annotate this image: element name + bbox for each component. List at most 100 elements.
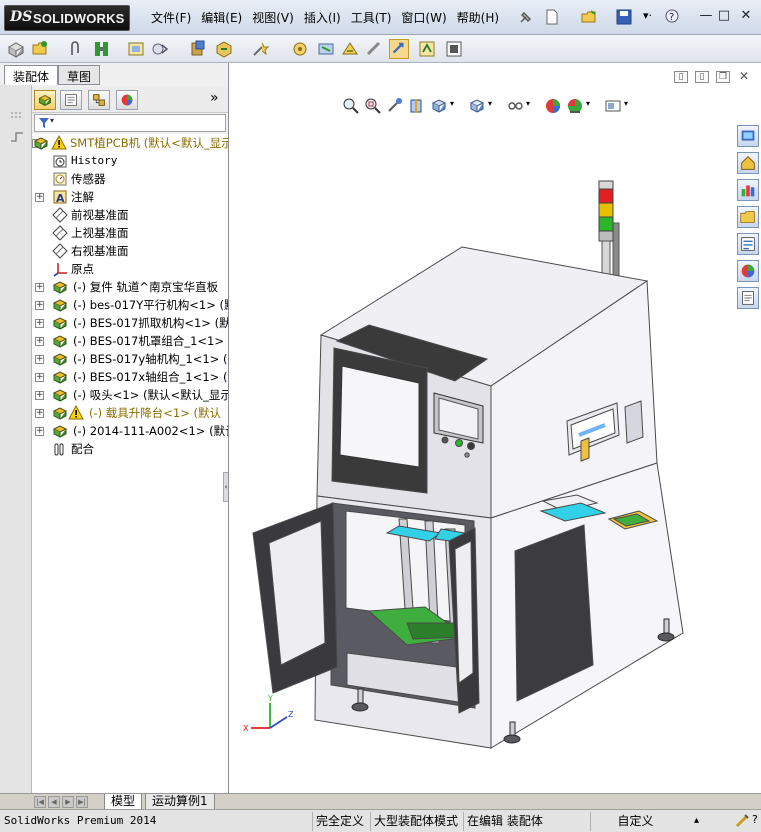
new-part-icon[interactable] xyxy=(30,39,50,59)
menu-window[interactable]: 窗口(W) xyxy=(396,9,451,26)
prev-tab-icon[interactable]: ◀ xyxy=(48,796,60,808)
expand-toggle[interactable]: + xyxy=(35,409,44,418)
reference-geometry-icon[interactable] xyxy=(340,39,360,59)
tree-node-history[interactable]: History xyxy=(32,152,228,170)
expand-toggle[interactable]: + xyxy=(35,193,44,202)
help-search-icon[interactable]: ? xyxy=(664,8,682,26)
tab-assembly[interactable]: 装配体 xyxy=(4,65,59,85)
mate-icon[interactable] xyxy=(92,39,112,59)
expand-toggle[interactable]: + xyxy=(35,355,44,364)
expand-panes-icon[interactable]: » xyxy=(210,90,219,106)
tree-label: 注解 xyxy=(71,190,94,204)
restore-button[interactable]: □ xyxy=(716,8,732,24)
tree-node-mates[interactable]: 配合 xyxy=(32,440,228,458)
tree-node-component[interactable]: + (-) BES-017抓取机构<1> (默认 xyxy=(32,314,228,332)
svg-text:?: ? xyxy=(669,12,674,23)
signal-tower xyxy=(598,180,620,288)
move-component-icon[interactable] xyxy=(214,39,234,59)
tree-node-component[interactable]: + (-) BES-017机罩组合_1<1> ( xyxy=(32,332,228,350)
minimize-button[interactable]: — xyxy=(698,8,714,24)
smart-fasteners-icon[interactable] xyxy=(188,39,208,59)
units-dropdown-icon[interactable]: ▴ xyxy=(694,815,699,826)
rebuild-icon[interactable] xyxy=(734,813,750,829)
feature-manager-tree-icon[interactable] xyxy=(34,90,56,110)
tree-node-component[interactable]: + (-) 复件 轨道^南京宝华直板 xyxy=(32,278,228,296)
tree-label: 前视基准面 xyxy=(71,208,129,222)
tree-node-sensors[interactable]: 传感器 xyxy=(32,170,228,188)
linear-pattern-icon[interactable] xyxy=(150,39,170,59)
menu-help[interactable]: 帮助(H) xyxy=(452,9,504,26)
triad-y-label: Y xyxy=(267,694,273,703)
last-tab-icon[interactable]: ▶| xyxy=(76,796,88,808)
insert-components-icon[interactable] xyxy=(6,39,26,59)
status-fully-defined: 完全定义 xyxy=(312,812,367,831)
expand-toggle[interactable]: + xyxy=(35,319,44,328)
status-custom-units[interactable]: 自定义 xyxy=(590,812,680,831)
assembly-model-view[interactable] xyxy=(229,63,761,793)
status-help[interactable]: ? xyxy=(752,813,758,826)
configuration-manager-icon[interactable] xyxy=(88,90,110,110)
tab-model[interactable]: 模型 xyxy=(104,794,143,810)
display-manager-icon[interactable] xyxy=(116,90,138,110)
lamp-green xyxy=(598,216,614,232)
step-line-icon[interactable] xyxy=(9,129,25,145)
property-manager-icon[interactable] xyxy=(60,90,82,110)
plane-icon xyxy=(52,243,68,259)
menu-insert[interactable]: 插入(I) xyxy=(299,9,346,26)
expand-toggle[interactable]: + xyxy=(35,427,44,436)
tree-node-front-plane[interactable]: 前视基准面 xyxy=(32,206,228,224)
tree-node-component[interactable]: + (-) BES-017x轴组合_1<1> (默 xyxy=(32,368,228,386)
expand-toggle[interactable]: + xyxy=(35,391,44,400)
tree-node-component[interactable]: + (-) 吸头<1> (默认<默认_显示 xyxy=(32,386,228,404)
tree-node-origin[interactable]: 原点 xyxy=(32,260,228,278)
open-folder-icon[interactable] xyxy=(580,8,598,26)
tree-node-component-warning[interactable]: + (-) 载具升降台<1> (默认 xyxy=(32,404,228,422)
assembly-features-icon[interactable] xyxy=(316,39,336,59)
logo-ds: DS xyxy=(10,9,33,25)
save-icon[interactable] xyxy=(615,8,633,26)
menu-tools[interactable]: 工具(T) xyxy=(346,9,397,26)
large-assembly-icon[interactable] xyxy=(417,39,437,59)
interference-detection-icon[interactable] xyxy=(290,39,310,59)
tree-node-component[interactable]: + (-) bes-017Y平行机构<1> (默认 xyxy=(32,296,228,314)
expand-toggle[interactable]: + xyxy=(35,283,44,292)
explode-view-icon[interactable] xyxy=(250,39,270,59)
first-tab-icon[interactable]: |◀ xyxy=(34,796,46,808)
part-icon xyxy=(52,353,68,366)
filter-icon[interactable] xyxy=(38,117,50,129)
sensor-icon xyxy=(53,172,67,186)
instant3d-icon[interactable] xyxy=(389,39,409,59)
component-preview-icon[interactable] xyxy=(126,39,146,59)
tree-node-top-plane[interactable]: 上视基准面 xyxy=(32,224,228,242)
paperclip-icon[interactable] xyxy=(66,39,86,59)
part-icon xyxy=(52,425,68,438)
close-button[interactable]: ✕ xyxy=(738,8,754,24)
menu-file[interactable]: 文件(F) xyxy=(146,9,196,26)
graphics-area[interactable]: ▯ ▯ ❐ ✕ ▾ ▾ ▾ ▾ ▾ Y X Z xyxy=(229,63,761,793)
tree-label: (-) 2014-111-A002<1> (默认 xyxy=(73,424,228,438)
expand-toggle[interactable]: + xyxy=(35,337,44,346)
menu-edit[interactable]: 编辑(E) xyxy=(196,9,247,26)
expand-toggle[interactable]: + xyxy=(35,373,44,382)
measure-icon[interactable] xyxy=(364,39,384,59)
pin-icon[interactable] xyxy=(517,8,535,26)
next-tab-icon[interactable]: ▶ xyxy=(62,796,74,808)
tree-label: (-) 载具升降台<1> (默认 xyxy=(89,406,222,420)
tab-sketch[interactable]: 草图 xyxy=(58,65,101,85)
save-dropdown-icon[interactable]: ▾· xyxy=(643,9,652,22)
solidworks-logo[interactable]: DS SOLIDWORKS xyxy=(4,5,130,31)
panel-collapse-handle[interactable]: ‹ xyxy=(223,472,228,502)
tree-node-component[interactable]: + (-) BES-017y轴机构_1<1> (默 xyxy=(32,350,228,368)
filter-dropdown-icon[interactable]: ▾ xyxy=(50,116,54,125)
tree-filter-bar[interactable]: ▾ xyxy=(34,114,226,132)
sketch-grid-icon[interactable] xyxy=(9,107,25,123)
tree-node-root[interactable]: – SMT植PCB机 (默认<默认_显示状态-1>) xyxy=(32,134,228,152)
tree-node-component[interactable]: + (-) 2014-111-A002<1> (默认 xyxy=(32,422,228,440)
tab-motion-study[interactable]: 运动算例1 xyxy=(145,794,215,810)
options-icon[interactable] xyxy=(444,39,464,59)
tree-node-right-plane[interactable]: 右视基准面 xyxy=(32,242,228,260)
expand-toggle[interactable]: + xyxy=(35,301,44,310)
new-document-icon[interactable] xyxy=(543,8,561,26)
menu-view[interactable]: 视图(V) xyxy=(247,9,299,26)
tree-node-annotations[interactable]: + A 注解 xyxy=(32,188,228,206)
